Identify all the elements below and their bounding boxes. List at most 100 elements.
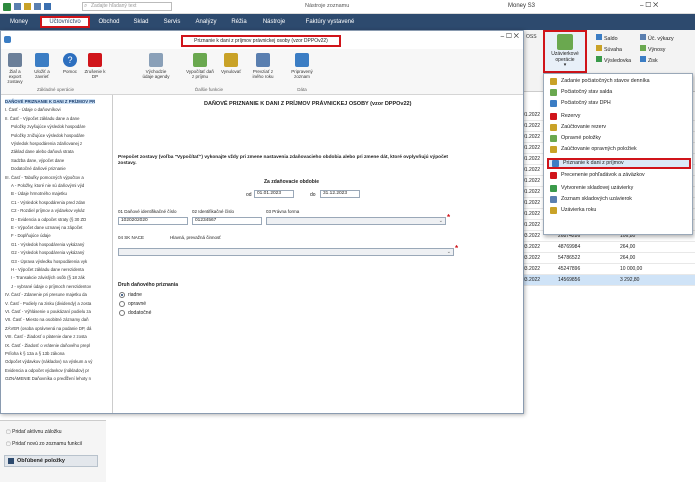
menu-item[interactable]: Priznanie k dani z príjmov (547, 158, 691, 169)
tree-item[interactable]: Položky zvyšujúce výsledok hospodáre (11, 124, 86, 129)
tree-item[interactable]: C2 - Rozdiel príjmov a výdavkov vykáz (11, 208, 85, 213)
tree-item[interactable]: Sadzba dane, výpočet dane (11, 158, 64, 163)
menu-item-label: Opravné položky (561, 135, 601, 141)
tree-item[interactable]: G3 - Úprava výsledku hospodárenia vyk (11, 259, 87, 264)
period-to-field[interactable]: 31.12.2023 (320, 190, 360, 198)
tree-item[interactable]: ZÁVER (osoba oprávnená na podanie DP, dá (5, 326, 91, 331)
tree-item[interactable]: I. Časť - Údaje o daňovníkovi (5, 107, 61, 112)
tree-item[interactable]: I - Transakcie závislých osôb (§ 18 zák (11, 275, 85, 280)
table-row[interactable]: 03.2022 14569856 3 292,80 (520, 275, 695, 286)
save-close-button[interactable]: Uložiť a zavrieť (29, 53, 55, 79)
tree-item[interactable]: Evidencia a odpočet výdavkov (nákladov) … (5, 368, 89, 373)
tax-return-dialog: Priznanie k dani z príjmov právnickej os… (0, 30, 524, 414)
tree-item[interactable]: VII. Časť - Miesto na osobitné záznamy d… (5, 317, 89, 322)
tree-item[interactable]: Položky znižujúce výsledok hospodáre (11, 133, 85, 138)
favorites-button[interactable]: Obľúbené položky (4, 455, 98, 467)
tree-item[interactable]: E - Výpočet dane uznanej na zápočet (11, 225, 82, 230)
zisk-button[interactable]: Zisk (640, 56, 658, 64)
tree-item[interactable]: III. Časť - Tabuľky pomocných výpočtov a (5, 175, 84, 180)
default-agenda-data-button[interactable]: Východzie údaje agendy (141, 53, 171, 79)
menu-item[interactable]: Počiatočný stav DPH (547, 98, 691, 109)
menu-sklad[interactable]: Sklad (128, 16, 154, 28)
tree-item[interactable]: G1 - Výsledok hospodárenia vykázaný (11, 242, 84, 247)
menu-servis[interactable]: Servis (158, 16, 186, 28)
add-new-from-list-button[interactable]: ▢ Pridať novú zo zoznamu funkcií (6, 441, 82, 447)
menu-item[interactable]: Uzávierka roku (547, 205, 691, 216)
quick-access-icons[interactable] (14, 3, 74, 11)
tree-item[interactable]: IV. Časť - Zdanenie pri presune majetku … (5, 292, 87, 297)
tree-item[interactable]: B - Údaje hrmotného majetku (11, 191, 67, 196)
menu-item[interactable]: Rezervy (547, 111, 691, 122)
tree-item[interactable]: F - Doplňujúce údaje (11, 233, 51, 238)
tree-item[interactable]: II. Časť - Výpočet základu dane a dane (5, 116, 79, 121)
legal-form-select[interactable]: ⌄ (266, 217, 446, 225)
tree-item[interactable]: Dodatočné daňové priznanie (11, 166, 66, 171)
row-amount: 10 000,00 (620, 266, 643, 272)
menu-item[interactable]: Opravné položky (547, 133, 691, 144)
tree-item[interactable]: VIII. Časť - Žiadosť o platenie dane z z… (5, 334, 87, 339)
zisk-icon (640, 56, 646, 62)
tree-item[interactable]: D - Evidencia a odpočet straty (§ 30 ZD (11, 217, 86, 222)
nace-select[interactable]: ⌄ (118, 248, 454, 256)
menu-item[interactable]: Počiatočný stav salda (547, 87, 691, 98)
add-active-tab-button[interactable]: ▢ Pridať aktívnu záložku (6, 429, 62, 435)
tree-item[interactable]: VI. Časť - Výhlásenie o poukázaní podiel… (5, 309, 91, 314)
dialog-app-icon (4, 36, 11, 43)
tree-item[interactable]: V. Časť - Podiely na zisku (dividendy) a… (5, 301, 91, 306)
table-row[interactable]: 03.2022 48769984 264,00 (520, 242, 695, 253)
tree-item[interactable]: J - vybrané údaje o príjmoch nerezidento… (11, 284, 91, 289)
suvaha-button[interactable]: Súvaha (596, 45, 622, 53)
radio-opravne[interactable] (119, 301, 125, 307)
radio-riadne[interactable] (119, 292, 125, 298)
tree-item[interactable]: Základ dane alebo daňová strata (11, 149, 74, 154)
saldo-button[interactable]: Saldo (596, 34, 618, 42)
window-controls[interactable]: ⎯ ☐ ✕ (640, 2, 658, 10)
menu-item[interactable]: Zaúčtovanie rezerv (547, 122, 691, 133)
vynosy-button[interactable]: Výnosy (640, 45, 665, 53)
menu-nastroje[interactable]: Nástroje (256, 16, 292, 28)
menu-item[interactable]: Precenenie pohľadávok a záväzkov (547, 170, 691, 181)
menu-item[interactable]: Zoznam skladových uzávierok (547, 194, 691, 205)
menu-item-icon (550, 185, 557, 192)
closing-operations-icon (557, 34, 573, 50)
tree-item[interactable]: DAŇOVÉ PRIZNANIE K DANI Z PRÍJMOV PR (5, 99, 96, 104)
menu-money[interactable]: Money (2, 16, 36, 28)
period-from-field[interactable]: 01.01.2023 (254, 190, 294, 198)
table-row[interactable]: 03.2022 45247896 10 000,00 (520, 264, 695, 275)
tree-item[interactable]: IX. Časť - Žiadosť o vrátenie daňového p… (5, 343, 90, 348)
menu-faktury-vystavene[interactable]: Faktúry vystavené (298, 16, 362, 28)
menu-item[interactable]: Zaúčtovanie opravných položiek (547, 144, 691, 155)
tree-item[interactable]: C1 - Výsledok hospodárenia pred zdan (11, 200, 85, 205)
tree-item[interactable]: Príloha k § 13a a § 13b zákona (5, 351, 64, 356)
reset-button[interactable]: Vynulovať (217, 53, 245, 74)
tree-item[interactable]: H - Výpočet základu dane nerezidenta (11, 267, 84, 272)
uc-vykazy-button[interactable]: Úč. výkazy (640, 34, 674, 42)
menu-rezia[interactable]: Réžia (226, 16, 252, 28)
tree-item[interactable]: OZNÁMENIE Daňovníka o predĺžení lehoty n (5, 376, 91, 381)
help-button[interactable]: ? Pomoc (59, 53, 81, 74)
menu-obchod[interactable]: Obchod (94, 16, 124, 28)
search-input[interactable]: ⌕ Zadajte hľadaný text (82, 2, 172, 11)
tree-item[interactable]: G2 - Výsledok hospodárenia vykázaný (11, 250, 84, 255)
calculate-tax-button[interactable]: Vypočítať daň z príjmu (185, 53, 215, 79)
dic-field[interactable]: 1020202020 (118, 217, 188, 225)
top-bar: ⌕ Zadajte hľadaný text Nástroje zoznamu … (0, 0, 695, 14)
search-icon: ⌕ (84, 3, 88, 9)
menu-analyzy[interactable]: Analýzy (190, 16, 222, 28)
tree-item[interactable]: A - Položky, ktoré nie sú daňovými výd (11, 183, 84, 188)
vysledovka-button[interactable]: Výsledovka (596, 56, 631, 64)
prepared-list-button[interactable]: Pripravený zoznam (287, 53, 317, 79)
menu-uctovnictvo[interactable]: Účtovníctvo (40, 16, 90, 28)
radio-dodatocne[interactable] (119, 310, 125, 316)
ico-field[interactable]: 01234567 (192, 217, 262, 225)
cancel-dp-button[interactable]: Zrušenie k DP (83, 53, 107, 79)
closing-operations-button[interactable]: Uzávierkové operácie ▾ (543, 30, 587, 73)
table-row[interactable]: 03.2022 54786522 264,00 (520, 253, 695, 264)
tree-item[interactable]: Výsledok hospodárenia zdaňovanej z (11, 141, 82, 146)
dialog-window-controls[interactable]: ⎯ ☐ ✕ (501, 33, 519, 41)
tree-item[interactable]: Odpočet výdavkov (nákladov) na výskum a … (5, 359, 92, 364)
import-other-year-button[interactable]: Prevziať z iného roku (249, 53, 277, 79)
print-export-button[interactable]: Žiaľ a export zostavy (3, 53, 27, 84)
menu-item[interactable]: Zadanie počiatočných stavov denníka (547, 76, 691, 87)
menu-item[interactable]: Vytvorenie skladovej uzávierky (547, 183, 691, 194)
